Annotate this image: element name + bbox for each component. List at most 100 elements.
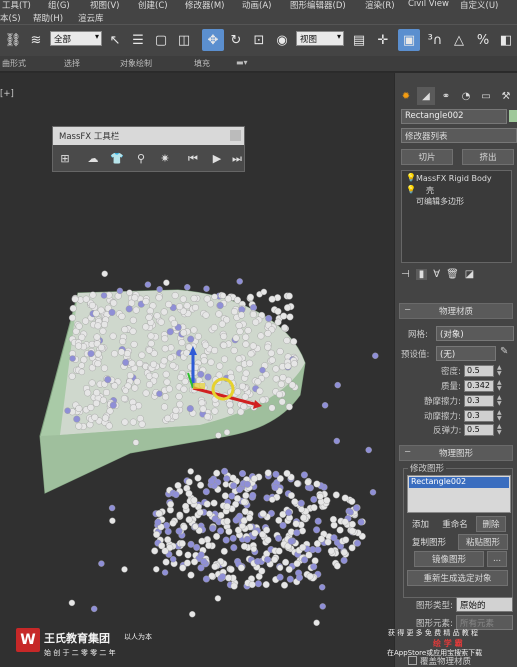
- shape-list-item[interactable]: Rectangle002: [409, 477, 509, 488]
- play-simulation-icon[interactable]: ▶: [207, 149, 227, 168]
- rigid-body-icon[interactable]: ☁: [83, 149, 103, 168]
- menu-render-cloud[interactable]: 渲云库: [78, 12, 104, 24]
- viewport-label[interactable]: [+]: [0, 89, 14, 99]
- delete-shape-button[interactable]: 删除: [476, 516, 506, 532]
- motion-tab-icon[interactable]: ◔: [457, 87, 475, 105]
- ribbon-tab-populate[interactable]: 填充: [194, 58, 210, 69]
- menu-group[interactable]: 组(G): [48, 0, 70, 11]
- mass-field[interactable]: 0.342: [464, 380, 494, 392]
- menu-animation[interactable]: 动画(A): [242, 0, 271, 11]
- density-field[interactable]: 0.5: [464, 365, 494, 377]
- select-object-icon[interactable]: ↖: [104, 29, 126, 51]
- ribbon-tab-selection[interactable]: 选择: [64, 58, 80, 69]
- menu-civil-view[interactable]: Civil View: [408, 0, 449, 9]
- mirror-options-button[interactable]: ...: [487, 551, 507, 567]
- paste-shape-button[interactable]: 粘贴图形: [458, 534, 508, 550]
- link-icon[interactable]: ⛓: [2, 29, 24, 51]
- make-unique-icon[interactable]: ∀: [433, 269, 440, 280]
- ragdoll-icon[interactable]: ✷: [155, 149, 175, 168]
- show-end-result-icon[interactable]: ▮: [415, 268, 428, 280]
- pivot-icon[interactable]: ▤: [348, 29, 370, 51]
- eyedropper-icon[interactable]: ✎: [500, 346, 508, 357]
- cloth-icon[interactable]: 👕: [107, 149, 127, 168]
- ribbon-tab-modeling[interactable]: 曲形式: [2, 58, 26, 69]
- massfx-toolbar[interactable]: MassFX 工具栏 ⊞ ☁ 👕 ⚲ ✷ ⏮ ▶ ⏭: [52, 126, 245, 172]
- massfx-toolbar-title[interactable]: MassFX 工具栏: [53, 127, 244, 145]
- mass-spinner[interactable]: ▲ ▼: [497, 380, 504, 392]
- menu-graph-editors[interactable]: 图形编辑器(D): [290, 0, 346, 11]
- hierarchy-tab-icon[interactable]: ⚭: [437, 87, 455, 105]
- menu-script[interactable]: 本(S): [0, 12, 21, 24]
- slice-button[interactable]: 切片: [401, 149, 453, 165]
- density-spinner[interactable]: ▲ ▼: [497, 365, 504, 377]
- extrude-button[interactable]: 挤出: [462, 149, 514, 165]
- configure-sets-icon[interactable]: ◪: [465, 269, 474, 280]
- light-bulb-icon[interactable]: 💡: [406, 185, 416, 194]
- percent-snap-icon[interactable]: %: [472, 29, 494, 51]
- ribbon-tab-object-paint[interactable]: 对象绘制: [120, 58, 152, 69]
- reset-simulation-icon[interactable]: ⏮: [183, 149, 203, 168]
- stack-item-rigid-body[interactable]: MassFX Rigid Body: [416, 174, 492, 183]
- menu-rendering[interactable]: 渲染(R): [365, 0, 395, 11]
- regenerate-selected-button[interactable]: 重新生成选定对象: [407, 570, 508, 586]
- preset-dropdown[interactable]: (无): [436, 346, 496, 361]
- mesh-label: 网格:: [408, 330, 428, 340]
- world-params-icon[interactable]: ⊞: [55, 149, 75, 168]
- rotate-icon[interactable]: ↻: [225, 29, 247, 51]
- menu-customize[interactable]: 自定义(U): [460, 0, 498, 11]
- rename-shape-button[interactable]: 重命名: [437, 516, 473, 532]
- menu-help[interactable]: 帮助(H): [33, 12, 63, 24]
- object-name-field[interactable]: Rectangle002: [401, 109, 507, 124]
- spinner-snap-icon[interactable]: ◧: [495, 29, 517, 51]
- step-simulation-icon[interactable]: ⏭: [227, 149, 247, 168]
- selection-filter-dropdown[interactable]: 全部: [50, 31, 102, 46]
- menu-tools[interactable]: 工具(T): [2, 0, 31, 11]
- menu-modifiers[interactable]: 修改器(M): [185, 0, 224, 11]
- dynamic-friction-field[interactable]: 0.3: [464, 410, 494, 422]
- utilities-tab-icon[interactable]: ⚒: [497, 87, 515, 105]
- snap-toggle-icon[interactable]: ³∩: [424, 29, 446, 51]
- mesh-dropdown[interactable]: (对象): [436, 326, 514, 341]
- ribbon-options-icon[interactable]: ▬▾: [236, 58, 248, 67]
- display-tab-icon[interactable]: ▭: [477, 87, 495, 105]
- constraint-icon[interactable]: ⚲: [131, 149, 151, 168]
- stack-item-shell[interactable]: 壳: [426, 185, 434, 196]
- close-icon[interactable]: [230, 130, 241, 141]
- rect-selection-icon[interactable]: ▢: [150, 29, 172, 51]
- shape-type-dropdown[interactable]: 原始的: [456, 597, 513, 612]
- static-friction-spinner[interactable]: ▲ ▼: [497, 395, 504, 407]
- copy-shape-button[interactable]: 复制图形: [407, 534, 451, 550]
- unlink-icon[interactable]: ≋: [25, 29, 47, 51]
- place-icon[interactable]: ◉: [271, 29, 293, 51]
- dynamic-friction-spinner[interactable]: ▲ ▼: [497, 410, 504, 422]
- physical-shapes-rollout[interactable]: 物理图形: [399, 445, 513, 461]
- menu-create[interactable]: 创建(C): [138, 0, 168, 11]
- bounciness-field[interactable]: 0.5: [464, 424, 494, 436]
- light-bulb-icon[interactable]: 💡: [406, 173, 416, 182]
- modifier-list-dropdown[interactable]: 修改器列表: [401, 128, 517, 143]
- modify-tab-icon[interactable]: ◢: [417, 87, 435, 105]
- add-shape-button[interactable]: 添加: [407, 516, 434, 532]
- object-color-swatch[interactable]: [509, 110, 517, 122]
- window-crossing-icon[interactable]: ◫: [173, 29, 195, 51]
- static-friction-field[interactable]: 0.3: [464, 395, 494, 407]
- move-icon[interactable]: ✥: [202, 29, 224, 51]
- physical-material-rollout[interactable]: 物理材质: [399, 303, 513, 319]
- bounciness-spinner[interactable]: ▲ ▼: [497, 424, 504, 436]
- select-by-name-icon[interactable]: ☰: [127, 29, 149, 51]
- shape-list[interactable]: Rectangle002: [407, 475, 511, 513]
- angle-snap-icon[interactable]: △: [448, 29, 470, 51]
- watermark-founded: 始 创 于 二 零 零 二 年: [44, 649, 116, 657]
- remove-modifier-icon[interactable]: 🗑: [446, 269, 459, 280]
- keyboard-shortcut-icon[interactable]: ▣: [398, 29, 420, 51]
- stack-item-editable-poly[interactable]: 可编辑多边形: [416, 196, 464, 207]
- mirror-shape-button[interactable]: 镜像图形: [414, 551, 484, 567]
- create-tab-icon[interactable]: ✹: [397, 87, 415, 105]
- scale-icon[interactable]: ⊡: [248, 29, 270, 51]
- select-manipulate-icon[interactable]: ✛: [372, 29, 394, 51]
- menu-view[interactable]: 视图(V): [90, 0, 119, 11]
- pin-stack-icon[interactable]: ⊣: [401, 269, 410, 280]
- reference-coordinate-dropdown[interactable]: 视图: [296, 31, 344, 46]
- modifier-stack[interactable]: 💡 MassFX Rigid Body 💡 壳 可编辑多边形: [401, 170, 512, 263]
- modify-shapes-label: 修改图形: [408, 462, 447, 474]
